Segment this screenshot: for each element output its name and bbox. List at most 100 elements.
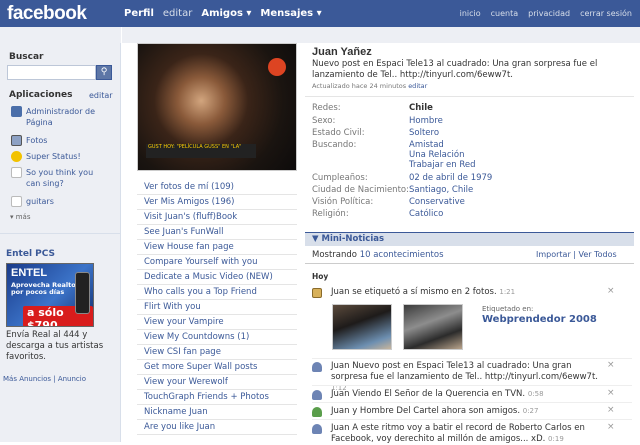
- info-key: Cumpleaños:: [312, 173, 368, 183]
- tagged-photo[interactable]: [403, 304, 463, 350]
- info-value: Chile: [409, 103, 433, 113]
- admin-page-icon: [11, 106, 22, 117]
- info-key: Estado Civil:: [312, 128, 365, 138]
- friends-icon: [312, 407, 322, 417]
- info-key: Visión Política:: [312, 197, 374, 207]
- profile-link[interactable]: Who calls you a Top Friend: [137, 285, 297, 300]
- search-button[interactable]: ⚲: [96, 65, 112, 80]
- facebook-logo[interactable]: facebook: [7, 3, 87, 25]
- profile-link[interactable]: Ver fotos de mí (109): [137, 180, 297, 195]
- nav-cerrar-sesion[interactable]: cerrar sesión: [580, 9, 632, 18]
- mini-feed-header[interactable]: ▼ Mini-Noticias: [305, 232, 634, 246]
- info-value[interactable]: Amistad Una Relación Trabajar en Red: [409, 140, 476, 170]
- apps-heading: Aplicaciones: [9, 90, 73, 100]
- info-value[interactable]: Católico: [409, 209, 443, 219]
- profile-link[interactable]: Ver Mis Amigos (196): [137, 195, 297, 210]
- story-divider: [312, 419, 632, 420]
- tagged-photo[interactable]: [332, 304, 392, 350]
- profile-link[interactable]: TouchGraph Friends + Photos: [137, 390, 297, 405]
- status-updated: Actualizado hace 24 minutos editar: [312, 82, 427, 90]
- apps-edit-link[interactable]: editar: [89, 91, 113, 100]
- nav-privacidad[interactable]: privacidad: [528, 9, 570, 18]
- ad-title[interactable]: Entel PCS: [6, 249, 55, 259]
- main-nav: Perfil editar Amigos ▾ Mensajes ▾: [124, 0, 331, 27]
- profile-name: Juan Yañez: [312, 46, 372, 58]
- app-label: So you think you can sing?: [26, 168, 94, 188]
- info-key: Ciudad de Nacimiento:: [312, 185, 409, 195]
- top-bar: facebook Perfil editar Amigos ▾ Mensajes…: [0, 0, 640, 27]
- profile-link[interactable]: View House fan page: [137, 240, 297, 255]
- app-photos[interactable]: Fotos: [11, 135, 47, 146]
- tv-logo-icon: [268, 58, 286, 76]
- photo-caption: GUST HOY: "PELÍCULA GUSS" EN "LA": [146, 144, 256, 158]
- story-text: Juan A este ritmo voy a batir el record …: [331, 423, 585, 444]
- main-top-strip: [122, 27, 640, 43]
- more-apps-link[interactable]: ▾ más: [10, 213, 31, 221]
- account-nav: inicio cuenta privacidad cerrar sesión: [450, 0, 632, 27]
- day-heading: Hoy: [312, 272, 329, 281]
- close-icon[interactable]: ×: [607, 286, 615, 296]
- mini-feed-actions[interactable]: Importar | Ver Todos: [536, 250, 617, 259]
- nav-editar[interactable]: editar: [163, 8, 192, 19]
- profile-link[interactable]: View My Countdowns (1): [137, 330, 297, 345]
- info-row: Redes: Chile: [312, 103, 632, 113]
- profile-link[interactable]: Compare Yourself with you: [137, 255, 297, 270]
- info-key: Religión:: [312, 209, 349, 219]
- smiley-icon: [11, 151, 22, 162]
- info-row: Cumpleaños: 02 de abril de 1979: [312, 173, 632, 183]
- nav-cuenta[interactable]: cuenta: [491, 9, 519, 18]
- nav-mensajes[interactable]: Mensajes ▾: [260, 8, 321, 19]
- profile-link[interactable]: Visit Juan's (fluff)Book: [137, 210, 297, 225]
- phone-icon: [75, 272, 90, 314]
- info-value[interactable]: Hombre: [409, 116, 443, 126]
- info-row: Sexo: Hombre: [312, 116, 632, 126]
- close-icon[interactable]: ×: [607, 422, 615, 432]
- profile-link[interactable]: View your Vampire: [137, 315, 297, 330]
- profile-link[interactable]: View your Werewolf: [137, 375, 297, 390]
- profile-link[interactable]: See Juan's FunWall: [137, 225, 297, 240]
- app-admin-page[interactable]: Administrador de Página: [11, 106, 108, 128]
- close-icon[interactable]: ×: [607, 388, 615, 398]
- search-input[interactable]: [7, 65, 96, 80]
- info-value[interactable]: Conservative: [409, 197, 465, 207]
- info-value[interactable]: Santiago, Chile: [409, 185, 473, 195]
- profile-status: Nuevo post en Espaci Tele13 al cuadrado:…: [312, 59, 598, 80]
- app-super-status[interactable]: Super Status!: [11, 151, 81, 162]
- app-sing[interactable]: So you think you can sing?: [11, 167, 110, 189]
- count-prefix: Mostrando: [312, 250, 360, 260]
- nav-inicio[interactable]: inicio: [460, 9, 481, 18]
- count-link[interactable]: 10 acontecimientos: [360, 250, 444, 260]
- nav-amigos[interactable]: Amigos ▾: [201, 8, 251, 19]
- updated-text: Actualizado hace 24 minutos: [312, 82, 407, 90]
- profile-link[interactable]: Dedicate a Music Video (NEW): [137, 270, 297, 285]
- nav-perfil[interactable]: Perfil: [124, 8, 154, 19]
- close-icon[interactable]: ×: [607, 360, 615, 370]
- feed-story: Juan y Hombre Del Cartel ahora son amigo…: [312, 406, 632, 417]
- info-key: Buscando:: [312, 140, 357, 150]
- profile-link[interactable]: View CSI fan page: [137, 345, 297, 360]
- profile-link[interactable]: Nickname Juan: [137, 405, 297, 420]
- feed-story: Juan se etiquetó a sí mismo en 2 fotos. …: [312, 287, 632, 298]
- app-guitars[interactable]: guitars: [11, 196, 54, 207]
- profile-link[interactable]: Flirt With you: [137, 300, 297, 315]
- sidebar-divider: [0, 233, 121, 234]
- profile-link[interactable]: Get more Super Wall posts: [137, 360, 297, 375]
- info-key: Sexo:: [312, 116, 336, 126]
- info-row: Estado Civil: Soltero: [312, 128, 632, 138]
- close-icon[interactable]: ×: [607, 405, 615, 415]
- feed-story: Juan Viendo El Señor de la Querencia en …: [312, 389, 632, 400]
- info-value[interactable]: 02 de abril de 1979: [409, 173, 492, 183]
- sidebar-top-fill: [0, 27, 121, 43]
- photo-tag-icon: [312, 288, 322, 298]
- story-divider: [312, 385, 632, 386]
- ad-image[interactable]: ENTEL Aprovecha Realtones por pocos días…: [6, 263, 94, 327]
- profile-link[interactable]: Are you like Juan: [137, 420, 297, 435]
- info-value[interactable]: Soltero: [409, 128, 439, 138]
- profile-photo[interactable]: GUST HOY: "PELÍCULA GUSS" EN "LA": [137, 43, 297, 171]
- tagged-album-link[interactable]: Webprendedor 2008: [482, 314, 597, 325]
- photos-icon: [11, 135, 22, 146]
- status-edit-link[interactable]: editar: [408, 82, 427, 90]
- story-text: Juan Nuevo post en Espaci Tele13 al cuad…: [331, 361, 598, 382]
- story-text: Juan se etiquetó a sí mismo en 2 fotos.: [331, 287, 497, 297]
- ad-footer-links[interactable]: Más Anuncios | Anuncio: [3, 375, 86, 383]
